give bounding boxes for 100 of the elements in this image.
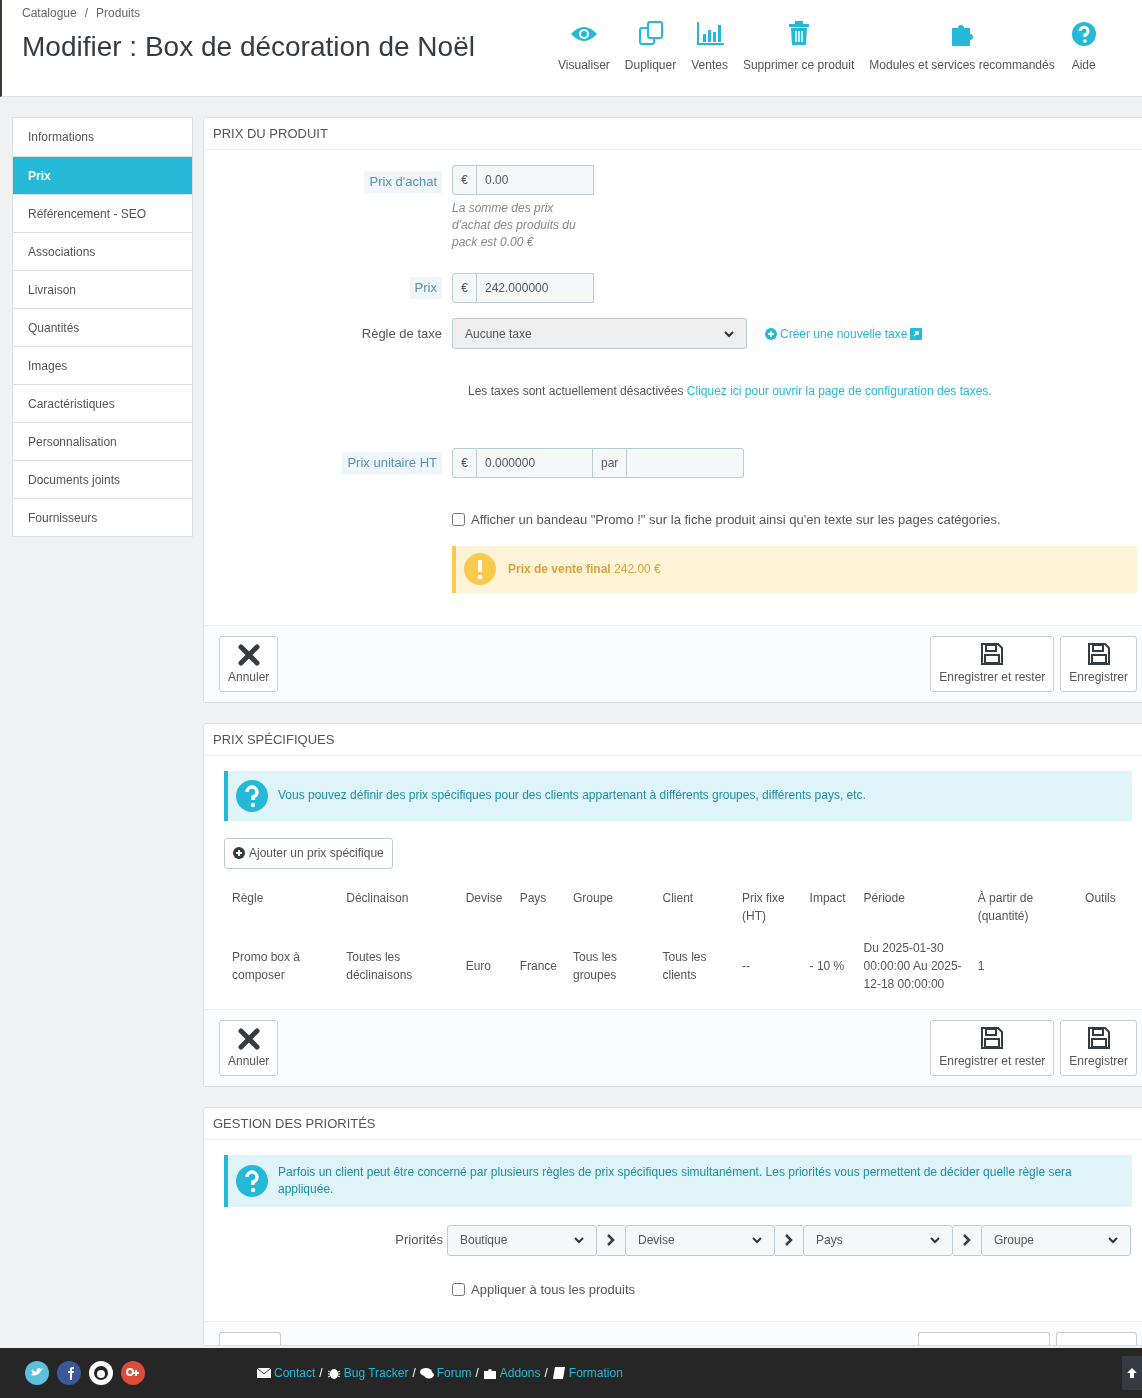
- chevron-down-icon: [1108, 1236, 1118, 1244]
- column-header: Groupe: [572, 889, 614, 907]
- footer-link[interactable]: Contact: [257, 1364, 316, 1382]
- table-cell: Tous les groupes: [573, 949, 617, 982]
- footer-link[interactable]: Forum: [419, 1364, 472, 1382]
- chevron-down-icon: [574, 1236, 584, 1244]
- unit-input[interactable]: [627, 448, 745, 478]
- footer-link[interactable]: Formation: [551, 1364, 623, 1382]
- table-cell: Du 2025-01-30 00:00:00 Au 2025-12-18 00:00:00: [863, 940, 962, 991]
- warning-icon: [464, 553, 496, 585]
- toolbar-button[interactable]: Aide: [1069, 20, 1098, 96]
- checkbox[interactable]: [452, 513, 465, 527]
- table-cell: Promo box à composer: [232, 949, 301, 982]
- arrow-up-icon: [1126, 1367, 1138, 1379]
- chevron-right-icon: [607, 1234, 615, 1246]
- priority-select[interactable]: Pays: [803, 1224, 953, 1256]
- page-title: Modifier : Box de décoration de Noël: [22, 30, 476, 64]
- save-button[interactable]: Enregistrer et rester: [930, 1019, 1055, 1076]
- toolbar-button[interactable]: Ventes: [691, 20, 728, 96]
- column-header: Client: [661, 889, 695, 907]
- table-cell: France: [519, 958, 557, 973]
- sidebar-item[interactable]: Fournisseurs: [13, 498, 192, 536]
- checkbox-option[interactable]: Afficher un bandeau "Promo !" sur la fiche produit ainsi qu'en texte sur les pages catégories.: [452, 510, 1142, 530]
- add-specific-price-button[interactable]: Ajouter un prix spécifique: [224, 837, 393, 869]
- scroll-top-button[interactable]: [1122, 1356, 1142, 1390]
- close-icon: [237, 643, 260, 666]
- column-header: Pays: [518, 889, 548, 907]
- save-button[interactable]: Enregistrer et rester: [930, 635, 1055, 692]
- breadcrumb-link[interactable]: Produits: [96, 4, 141, 22]
- sidebar-item[interactable]: Personnalisation: [13, 422, 192, 460]
- toolbar-button[interactable]: Modules et services recommandés: [869, 20, 1055, 96]
- price-input[interactable]: 0.000000: [477, 448, 593, 478]
- sidebar-item[interactable]: Associations: [13, 232, 192, 270]
- info-text: Vous pouvez définir des prix spécifiques pour des clients appartenant à différents groupes, différents pays, etc.: [278, 787, 866, 804]
- price-input[interactable]: 242.000000: [477, 273, 594, 303]
- field-label: Règle de taxe: [361, 324, 442, 343]
- eye-icon: [569, 26, 598, 42]
- panel-title: PRIX DU PRODUIT: [204, 118, 1142, 150]
- final-price-text: Prix de vente final 242.00 €: [508, 561, 661, 578]
- chevron-right-icon: [785, 1234, 793, 1246]
- field-label: Prix unitaire HT: [342, 452, 442, 474]
- field-label: Prix: [409, 277, 442, 299]
- table-cell: - 10 %: [809, 958, 845, 973]
- save-button[interactable]: [1056, 1332, 1137, 1345]
- toolbar-button[interactable]: Supprimer ce produit: [742, 20, 855, 96]
- panel-title: PRIX SPÉCIFIQUES: [204, 723, 1142, 756]
- breadcrumb-link[interactable]: Catalogue: [22, 4, 77, 22]
- sidebar-item[interactable]: Référencement - SEO: [13, 194, 192, 232]
- chat-icon: [419, 1366, 434, 1380]
- priority-select[interactable]: Boutique: [447, 1224, 597, 1256]
- input-addon: €: [452, 165, 477, 195]
- cancel-button[interactable]: [219, 1332, 281, 1345]
- chevron-right-icon: [963, 1234, 971, 1246]
- sidebar-item[interactable]: Livraison: [13, 270, 192, 308]
- priority-select[interactable]: Groupe: [981, 1224, 1131, 1256]
- footer-link[interactable]: Bug Tracker: [326, 1364, 409, 1382]
- checkbox[interactable]: [452, 1282, 465, 1296]
- table-cell: Toutes les déclinaisons: [346, 949, 413, 982]
- copy-icon: [636, 20, 665, 48]
- chevron-down-icon: [752, 1236, 762, 1244]
- sidebar-item[interactable]: Images: [13, 346, 192, 384]
- cancel-button[interactable]: Annuler: [219, 1019, 279, 1076]
- sidebar-item[interactable]: Documents joints: [13, 460, 192, 498]
- cancel-button[interactable]: Annuler: [219, 635, 279, 692]
- input-addon: par: [593, 448, 628, 478]
- help-icon: [1069, 20, 1098, 48]
- save-button[interactable]: [918, 1332, 1050, 1345]
- help-text: La somme des prix d'achat des produits du pack est 0.00 €: [452, 200, 577, 251]
- sidebar-item[interactable]: Caractéristiques: [13, 384, 192, 422]
- priority-select[interactable]: Devise: [625, 1224, 775, 1256]
- link-separator: /: [475, 1365, 479, 1382]
- field-label: Prix d'achat: [364, 171, 442, 193]
- link-separator: /: [412, 1365, 416, 1382]
- sidebar-item[interactable]: Informations: [13, 118, 192, 156]
- toolbar-button[interactable]: Visualiser: [558, 20, 610, 96]
- bar-chart-icon: [695, 20, 724, 48]
- footer-link[interactable]: Addons: [482, 1364, 541, 1382]
- plus-circle-icon: [233, 847, 245, 859]
- social-icon: [25, 1361, 49, 1385]
- column-header: Période: [862, 889, 906, 907]
- help-icon: [236, 1164, 268, 1197]
- social-icon: [121, 1361, 145, 1385]
- chevron-down-icon: [724, 329, 734, 338]
- column-header: Règle: [231, 889, 265, 907]
- price-input[interactable]: 0.00: [477, 165, 594, 195]
- external-link-icon: [910, 327, 923, 340]
- save-button[interactable]: Enregistrer: [1060, 635, 1137, 692]
- table-cell: Tous les clients: [662, 949, 707, 982]
- toolbar-button[interactable]: Dupliquer: [624, 20, 677, 96]
- checkbox-option[interactable]: Appliquer à tous les produits: [452, 1279, 1132, 1299]
- column-header: Outils: [1084, 889, 1117, 907]
- social-icon: [57, 1361, 81, 1385]
- column-header: À partir de (quantité): [976, 889, 1035, 925]
- checkbox-label: Appliquer à tous les produits: [471, 1280, 636, 1299]
- save-button[interactable]: Enregistrer: [1060, 1019, 1137, 1076]
- help-icon: [236, 779, 268, 812]
- column-header: Devise: [464, 889, 504, 907]
- bug-icon: [326, 1366, 341, 1380]
- sidebar-item[interactable]: Quantités: [13, 308, 192, 346]
- tax-rule-select[interactable]: Aucune taxe: [452, 318, 747, 349]
